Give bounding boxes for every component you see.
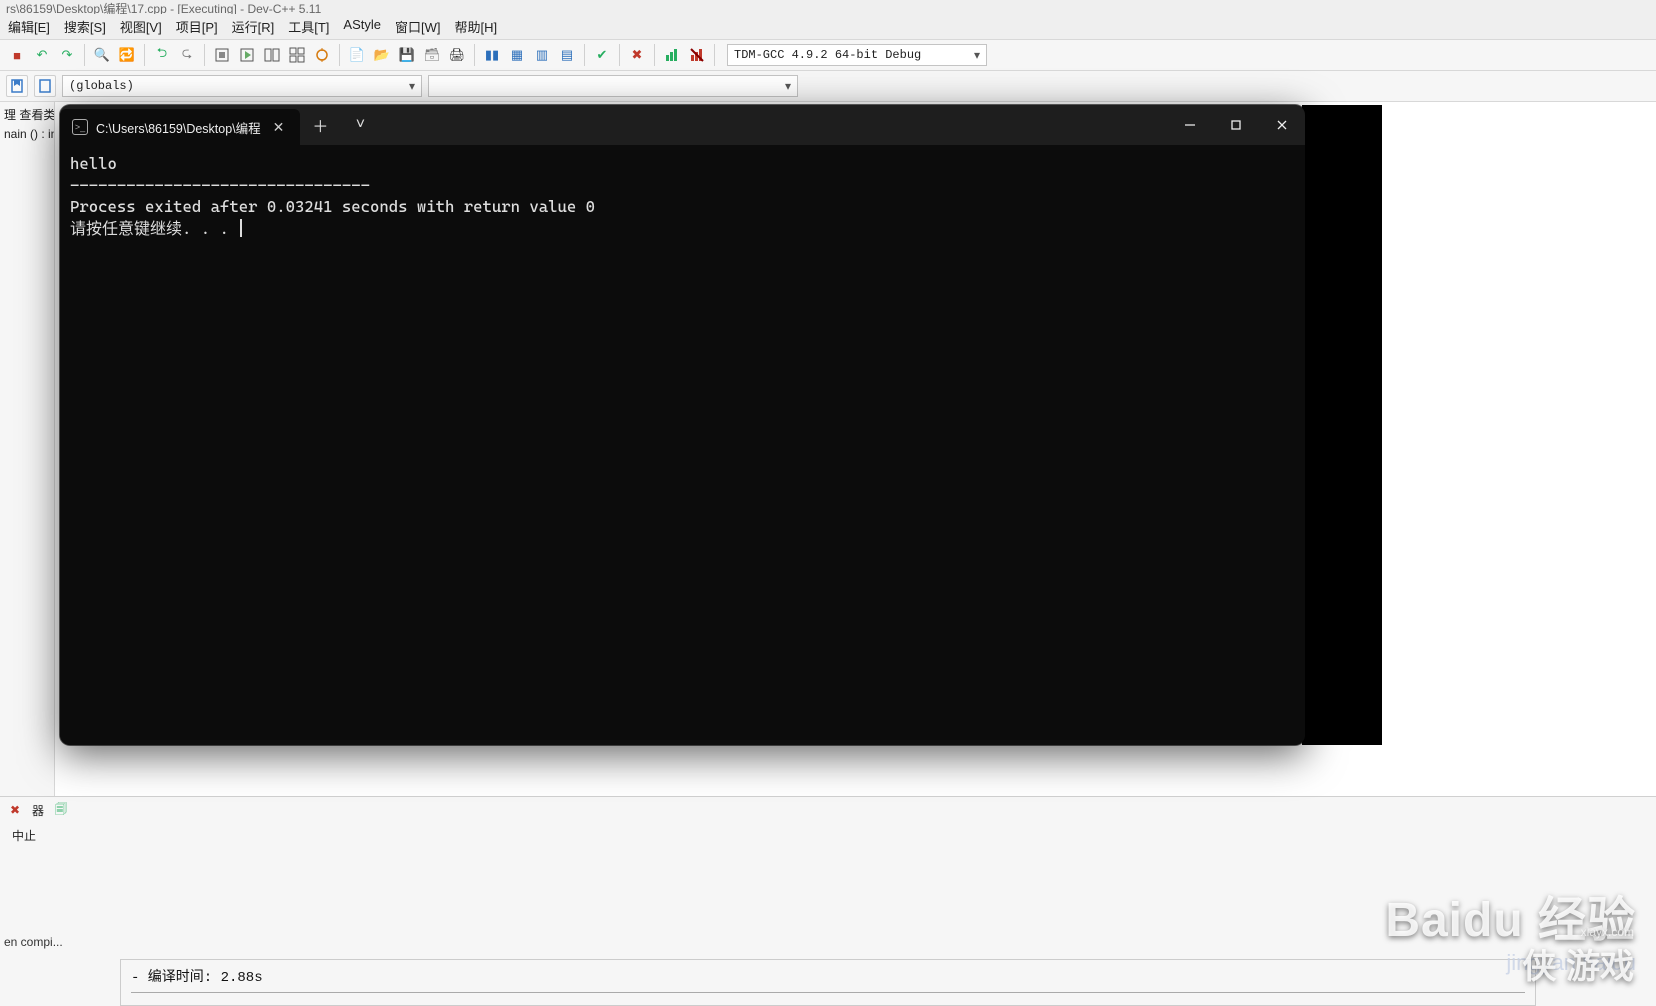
ide-title-bar: rs\86159\Desktop\编程\17.cpp - [Executing]… — [0, 0, 1656, 14]
close-button[interactable] — [1259, 105, 1305, 145]
console-line-4: 请按任意键继续. . . — [70, 219, 238, 238]
output-panel: ✖ 器 🗐 中止 en compi... - 编译时间: 2.88s — [0, 796, 1656, 1006]
console-line-3: Process exited after 0.03241 seconds wit… — [70, 197, 595, 216]
output-tab-compiler[interactable]: 器 — [32, 802, 44, 819]
scope-select[interactable]: (globals) — [62, 75, 422, 97]
replace-icon[interactable]: 🔁 — [116, 44, 138, 66]
layout-2-icon[interactable]: ▦ — [506, 44, 528, 66]
compile-run-icon[interactable] — [261, 44, 283, 66]
save-icon[interactable]: 💾 — [396, 44, 418, 66]
console-titlebar[interactable]: >_ C:\Users\86159\Desktop\编程 ✕ ＋ ˅ — [60, 105, 1305, 145]
redo-icon[interactable]: ↷ — [56, 44, 78, 66]
print-icon[interactable]: 🖨 — [446, 44, 468, 66]
goto-bookmark-icon[interactable] — [6, 75, 28, 97]
copy-icon[interactable]: 🗐 — [52, 801, 70, 819]
compile-status: en compi... — [0, 925, 1656, 953]
editor-dark-area — [1302, 105, 1382, 745]
menu-edit[interactable]: 编辑[E] — [8, 17, 50, 36]
menu-tools[interactable]: 工具[T] — [288, 17, 329, 36]
search-icon[interactable]: 🔍 — [91, 44, 113, 66]
profile-icon[interactable] — [661, 44, 683, 66]
forward-icon[interactable]: ⮎ — [176, 44, 198, 66]
layout-3-icon[interactable]: ▥ — [531, 44, 553, 66]
delete-icon[interactable]: ✖ — [626, 44, 648, 66]
console-tab[interactable]: >_ C:\Users\86159\Desktop\编程 ✕ — [60, 109, 300, 145]
class-browser-sidebar: 理 查看类 nain () : in — [0, 102, 55, 796]
cursor-icon — [240, 219, 242, 237]
watermark-xiayx-logo: 侠 游戏 — [1523, 948, 1634, 986]
toolbar-nav: (globals) — [0, 71, 1656, 102]
ide-title-text: rs\86159\Desktop\编程\17.cpp - [Executing]… — [6, 2, 321, 14]
minimize-button[interactable] — [1167, 105, 1213, 145]
rebuild-icon[interactable] — [286, 44, 308, 66]
menu-project[interactable]: 项目[P] — [176, 17, 218, 36]
run-icon[interactable] — [236, 44, 258, 66]
console-tab-title: C:\Users\86159\Desktop\编程 — [96, 118, 261, 137]
member-select[interactable] — [428, 75, 798, 97]
stop-icon[interactable]: ■ — [6, 44, 28, 66]
profile-del-icon[interactable] — [686, 44, 708, 66]
menu-astyle[interactable]: AStyle — [343, 17, 381, 36]
console-line-1: hello — [70, 154, 117, 173]
tab-dropdown-icon[interactable]: ˅ — [340, 105, 380, 145]
terminal-icon: >_ — [72, 119, 88, 135]
menu-view[interactable]: 视图[V] — [120, 17, 162, 36]
layout-1-icon[interactable]: ▮▮ — [481, 44, 503, 66]
undo-icon[interactable]: ↶ — [31, 44, 53, 66]
console-output[interactable]: hello -------------------------------- P… — [60, 145, 1305, 745]
new-file-icon[interactable]: 📄 — [346, 44, 368, 66]
maximize-button[interactable] — [1213, 105, 1259, 145]
open-icon[interactable]: 📂 — [371, 44, 393, 66]
compile-log: - 编译时间: 2.88s — [120, 959, 1536, 1006]
check-icon[interactable]: ✔ — [591, 44, 613, 66]
sidebar-main-func[interactable]: nain () : in — [0, 125, 54, 143]
sidebar-header[interactable]: 理 查看类 — [0, 104, 54, 125]
scope-selected-text: (globals) — [69, 79, 134, 93]
new-tab-button[interactable]: ＋ — [300, 105, 340, 145]
menu-window[interactable]: 窗口[W] — [395, 17, 441, 36]
console-line-2: -------------------------------- — [70, 176, 370, 195]
toolbar-main: ■ ↶ ↷ 🔍 🔁 ⮌ ⮎ 📄 📂 💾 🗃 🖨 ▮▮ — [0, 40, 1656, 71]
compile-icon[interactable] — [211, 44, 233, 66]
save-all-icon[interactable]: 🗃 — [421, 44, 443, 66]
tab-close-icon[interactable]: ✕ — [269, 119, 289, 136]
menu-help[interactable]: 帮助[H] — [455, 17, 498, 36]
console-window: >_ C:\Users\86159\Desktop\编程 ✕ ＋ ˅ hello… — [60, 105, 1305, 745]
compiler-selected-text: TDM-GCC 4.9.2 64-bit Debug — [734, 48, 921, 62]
toggle-bookmark-icon[interactable] — [34, 75, 56, 97]
abort-button[interactable]: 中止 — [12, 829, 36, 843]
layout-4-icon[interactable]: ▤ — [556, 44, 578, 66]
watermark-xiayx: xiayx.com 侠 游戏 — [1523, 925, 1634, 988]
menu-bar: 编辑[E] 搜索[S] 视图[V] 项目[P] 运行[R] 工具[T] ASty… — [0, 14, 1656, 40]
compile-log-line: - 编译时间: 2.88s — [131, 966, 1525, 986]
compiler-select[interactable]: TDM-GCC 4.9.2 64-bit Debug — [727, 44, 987, 66]
menu-search[interactable]: 搜索[S] — [64, 17, 106, 36]
menu-run[interactable]: 运行[R] — [232, 17, 275, 36]
debug-icon[interactable] — [311, 44, 333, 66]
error-list-icon[interactable]: ✖ — [6, 801, 24, 819]
watermark-xiayx-url: xiayx.com — [1523, 925, 1634, 939]
back-icon[interactable]: ⮌ — [151, 44, 173, 66]
